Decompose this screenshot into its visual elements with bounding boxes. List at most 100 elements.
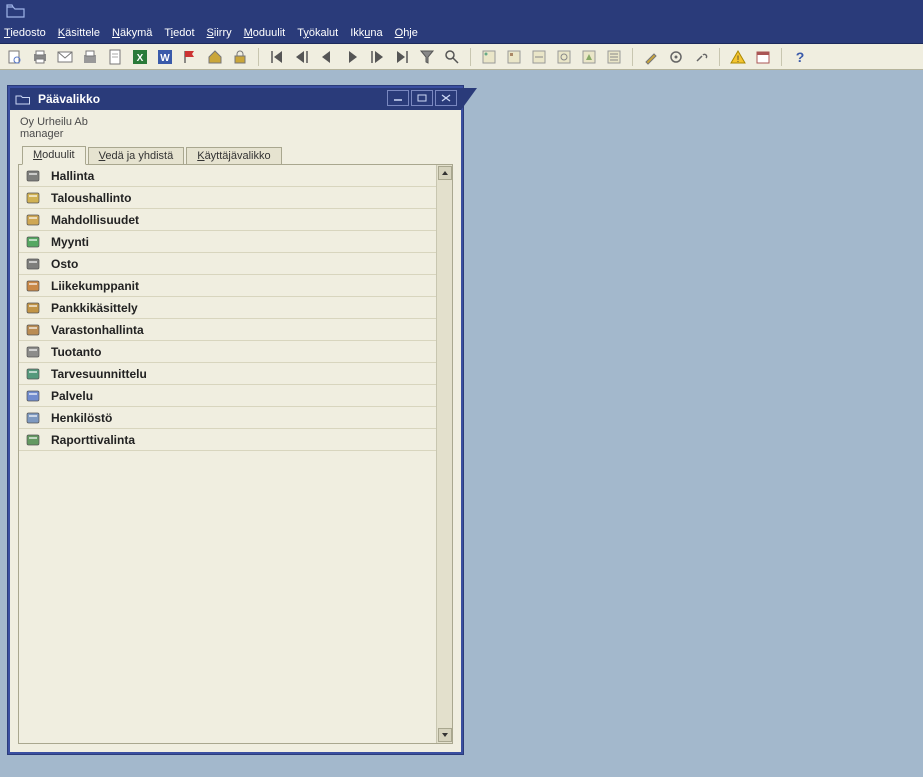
module-pankkikäsittely[interactable]: Pankkikäsittely (19, 297, 436, 319)
form-e-icon[interactable] (580, 48, 598, 66)
menu-käsittele[interactable]: Käsittele (58, 27, 100, 39)
mrp-icon (25, 366, 41, 382)
form-a-icon[interactable] (480, 48, 498, 66)
menu-työkalut[interactable]: Työkalut (297, 27, 338, 39)
calendar-icon[interactable] (754, 48, 772, 66)
menu-moduulit[interactable]: Moduulit (244, 27, 286, 39)
excel-icon[interactable]: X (131, 48, 149, 66)
module-hallinta[interactable]: Hallinta (19, 165, 436, 187)
module-label: Tarvesuunnittelu (51, 367, 147, 381)
module-label: Palvelu (51, 389, 93, 403)
word-icon[interactable]: W (156, 48, 174, 66)
window-titlebar[interactable]: Päävalikko (10, 88, 461, 110)
flag-icon[interactable] (181, 48, 199, 66)
menu-tiedot[interactable]: Tiedot (164, 27, 194, 39)
module-label: Taloushallinto (51, 191, 131, 205)
tabs: ModuulitVedä ja yhdistäKäyttäjävalikko (22, 144, 455, 164)
module-liikekumppanit[interactable]: Liikekumppanit (19, 275, 436, 297)
main-menu-window: Päävalikko Oy Urheilu Ab manager Moduuli… (8, 86, 463, 754)
toolbar: X W!? (0, 44, 923, 70)
scroll-up-button[interactable] (438, 166, 452, 180)
filter-icon[interactable] (418, 48, 436, 66)
vertical-scrollbar[interactable] (436, 165, 452, 743)
form-b-icon[interactable] (505, 48, 523, 66)
tab-käyttäjävalikko[interactable]: Käyttäjävalikko (186, 147, 281, 165)
close-button[interactable] (435, 90, 457, 106)
module-varastonhallinta[interactable]: Varastonhallinta (19, 319, 436, 341)
production-icon (25, 344, 41, 360)
preview-icon[interactable] (6, 48, 24, 66)
toolbar-separator (258, 48, 259, 66)
module-label: Osto (51, 257, 78, 271)
menu-tiedosto[interactable]: Tiedosto (4, 27, 46, 39)
company-name: Oy Urheilu Ab (20, 116, 455, 128)
help-icon[interactable]: ? (791, 48, 809, 66)
partners-icon (25, 278, 41, 294)
menu-siirry[interactable]: Siirry (207, 27, 232, 39)
module-label: Myynti (51, 235, 89, 249)
hr-icon (25, 410, 41, 426)
module-henkilöstö[interactable]: Henkilöstö (19, 407, 436, 429)
document-icon[interactable] (106, 48, 124, 66)
module-tuotanto[interactable]: Tuotanto (19, 341, 436, 363)
svg-text:X: X (137, 53, 144, 64)
svg-text:?: ? (796, 49, 805, 65)
menu-ikkuna[interactable]: Ikkuna (350, 27, 382, 39)
menu-ohje[interactable]: Ohje (395, 27, 418, 39)
tools-icon[interactable] (692, 48, 710, 66)
form-f-icon[interactable] (605, 48, 623, 66)
maximize-button[interactable] (411, 90, 433, 106)
window-buttons (387, 90, 457, 106)
module-label: Henkilöstö (51, 411, 112, 425)
prev-icon[interactable] (318, 48, 336, 66)
last-icon[interactable] (393, 48, 411, 66)
module-tree: Hallinta Taloushallinto Mahdollisuudet Myyn… (19, 165, 436, 743)
module-mahdollisuudet[interactable]: Mahdollisuudet (19, 209, 436, 231)
purchase-icon (25, 256, 41, 272)
toolbar-separator (632, 48, 633, 66)
module-label: Hallinta (51, 169, 94, 183)
mdi-area: Päävalikko Oy Urheilu Ab manager Moduuli… (0, 70, 923, 777)
module-palvelu[interactable]: Palvelu (19, 385, 436, 407)
edit-icon[interactable] (642, 48, 660, 66)
module-raporttivalinta[interactable]: Raporttivalinta (19, 429, 436, 451)
tab-vedä-ja-yhdistä[interactable]: Vedä ja yhdistä (88, 147, 185, 165)
home-icon[interactable] (206, 48, 224, 66)
window-body: Oy Urheilu Ab manager ModuulitVedä ja yh… (10, 110, 461, 752)
tab-moduulit[interactable]: Moduulit (22, 146, 86, 165)
minimize-button[interactable] (387, 90, 409, 106)
module-taloushallinto[interactable]: Taloushallinto (19, 187, 436, 209)
settings-icon[interactable] (667, 48, 685, 66)
module-label: Varastonhallinta (51, 323, 144, 337)
module-osto[interactable]: Osto (19, 253, 436, 275)
menu-näkymä[interactable]: Näkymä (112, 27, 152, 39)
print-icon[interactable] (31, 48, 49, 66)
module-label: Mahdollisuudet (51, 213, 139, 227)
inventory-icon (25, 322, 41, 338)
opportunity-icon (25, 212, 41, 228)
first-icon[interactable] (268, 48, 286, 66)
user-name: manager (20, 128, 455, 140)
fax-icon[interactable] (81, 48, 99, 66)
next-record-icon[interactable] (368, 48, 386, 66)
sales-icon (25, 234, 41, 250)
form-c-icon[interactable] (530, 48, 548, 66)
scroll-down-button[interactable] (438, 728, 452, 742)
prev-record-icon[interactable] (293, 48, 311, 66)
app-folder-icon (6, 4, 26, 18)
warning-icon[interactable]: ! (729, 48, 747, 66)
email-icon[interactable] (56, 48, 74, 66)
module-label: Liikekumppanit (51, 279, 139, 293)
lock-icon[interactable] (231, 48, 249, 66)
module-myynti[interactable]: Myynti (19, 231, 436, 253)
svg-text:!: ! (737, 54, 740, 64)
find-icon[interactable] (443, 48, 461, 66)
form-d-icon[interactable] (555, 48, 573, 66)
next-icon[interactable] (343, 48, 361, 66)
window-folder-icon (14, 90, 32, 108)
svg-text:W: W (160, 53, 170, 64)
app-header (0, 0, 923, 22)
module-label: Tuotanto (51, 345, 101, 359)
banking-icon (25, 300, 41, 316)
module-tarvesuunnittelu[interactable]: Tarvesuunnittelu (19, 363, 436, 385)
